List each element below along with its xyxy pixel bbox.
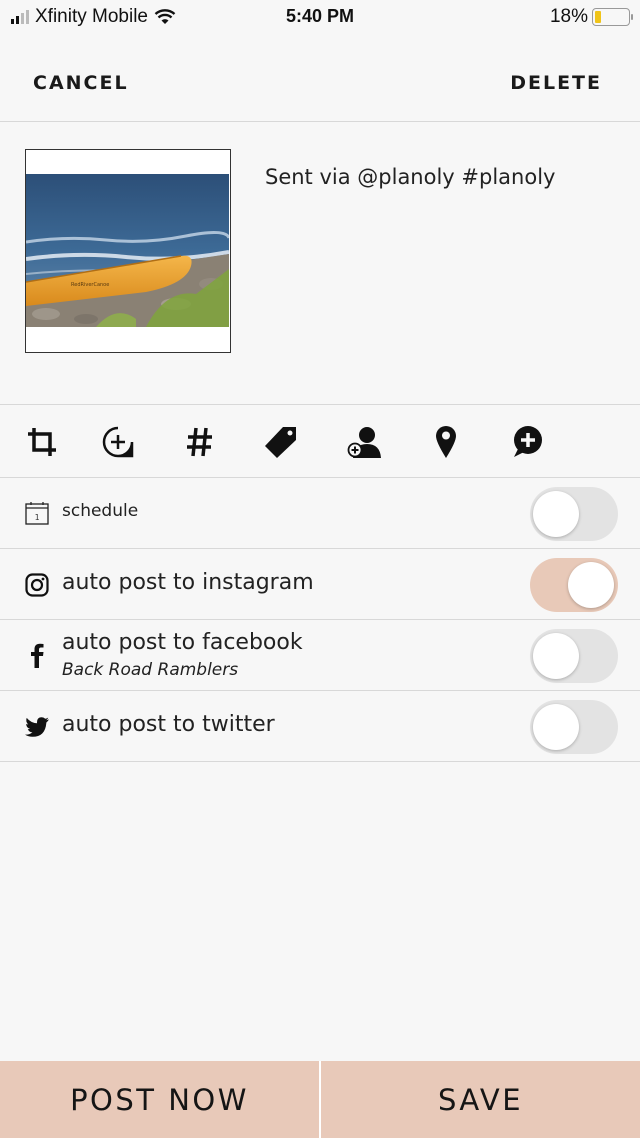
calendar-icon: 1 [24,500,50,526]
hashtag-button[interactable] [182,424,218,460]
crop-button[interactable] [24,424,60,460]
zoom-add-icon [102,426,134,458]
tag-button[interactable] [263,424,299,460]
svg-text:RedRiverCanoe: RedRiverCanoe [71,282,109,288]
tag-icon [265,427,296,458]
cancel-button[interactable]: CANCEL [33,72,129,94]
facebook-label: auto post to facebook [62,630,303,655]
location-pin-icon [436,426,456,458]
hashtag-icon [187,427,212,457]
instagram-row: auto post to instagram [0,549,640,620]
twitter-label: auto post to twitter [62,712,275,737]
instagram-icon [24,572,50,598]
status-bar: Xfinity Mobile 5:40 PM 18% [0,0,640,36]
bottom-action-bar: POST NOW SAVE [0,1061,640,1138]
zoom-button[interactable] [100,424,136,460]
toggle-knob [533,633,579,679]
comment-add-icon [514,426,542,457]
twitter-icon [24,714,50,740]
top-bar: CANCEL DELETE [0,48,640,122]
toggle-knob [568,562,614,608]
status-right: 18% [549,6,633,28]
twitter-row: auto post to twitter [0,691,640,762]
facebook-toggle[interactable] [530,629,618,683]
clock: 5:40 PM [285,6,355,26]
post-caption[interactable]: Sent via @planoly #planoly [265,165,555,189]
svg-text:1: 1 [35,513,40,522]
schedule-row: 1 schedule [0,478,640,549]
user-add-icon [347,427,381,458]
facebook-account: Back Road Ramblers [62,660,239,680]
add-comment-button[interactable] [509,424,545,460]
post-image: RedRiverCanoe [26,174,229,327]
toggle-knob [533,704,579,750]
twitter-toggle[interactable] [530,700,618,754]
post-thumbnail[interactable]: RedRiverCanoe [25,149,231,353]
battery-icon [592,8,633,26]
post-preview: RedRiverCanoe Sent via @planoly #planoly [0,123,640,405]
edit-toolbar [0,406,640,478]
delete-button[interactable]: DELETE [510,72,602,94]
instagram-toggle[interactable] [530,558,618,612]
instagram-label: auto post to instagram [62,570,314,595]
location-button[interactable] [428,424,464,460]
battery-level [595,11,601,23]
facebook-icon [24,642,50,668]
post-now-button[interactable]: POST NOW [0,1061,319,1138]
crop-icon [28,428,56,456]
tag-user-button[interactable] [346,424,382,460]
save-button[interactable]: SAVE [321,1061,640,1138]
schedule-toggle[interactable] [530,487,618,541]
toggle-knob [533,491,579,537]
facebook-row: auto post to facebook Back Road Ramblers [0,620,640,691]
battery-percent: 18% [549,6,588,27]
schedule-label: schedule [62,501,139,521]
